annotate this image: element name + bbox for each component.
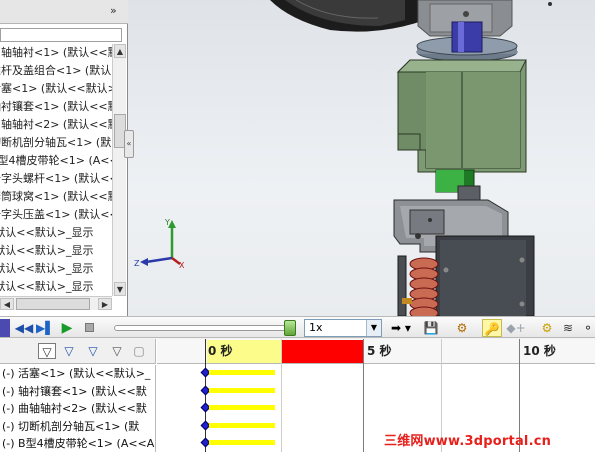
motion-tree-row[interactable]: (-) 活塞<1> (默认<<默认>_ bbox=[0, 365, 155, 383]
triad-x-label: X bbox=[179, 261, 185, 270]
change-bar bbox=[209, 405, 275, 410]
gridline-2-5s bbox=[281, 339, 282, 452]
feature-tree-item[interactable]: B型4槽皮带轮<1> (A<<A bbox=[0, 152, 112, 170]
feature-tree-item-label: (默认<<默认>_显示 bbox=[0, 262, 94, 275]
filter-driving-icon[interactable]: ▽ bbox=[84, 343, 102, 359]
triad-z-label: Z bbox=[134, 259, 140, 268]
feature-tree: 曲轴轴衬<1> (默认<<默认推杆及盖组合<1> (默认活塞<1> (默认<<默… bbox=[0, 44, 112, 296]
playback-mode-icon[interactable]: ➡ ▾ bbox=[388, 319, 414, 337]
motion-toolbar: ◀◀ ▶▌ ▶ 1x ▼ ➡ ▾ 💾 ⚙ 🔑 ◆+ ⚙ ≋ ⚬ bbox=[0, 316, 595, 338]
motion-tree-row[interactable]: (-) 轴衬镶套<1> (默认<<默 bbox=[0, 383, 155, 401]
tick-label-10: 10 秒 bbox=[523, 344, 556, 358]
rewind-icon[interactable]: ◀◀ bbox=[14, 319, 34, 337]
feature-tree-item[interactable]: 曲轴轴衬<1> (默认<<默认 bbox=[0, 44, 112, 62]
feature-tree-item[interactable]: 套筒球窝<1> (默认<<默认 bbox=[0, 188, 112, 206]
feature-tree-item[interactable]: (默认<<默认>_显示 bbox=[0, 260, 112, 278]
feature-tree-item[interactable]: 活塞<1> (默认<<默认>_ bbox=[0, 80, 112, 98]
feature-tree-item-label: 活塞<1> (默认<<默认>_ bbox=[0, 82, 112, 95]
motion-filter-bar: ▽ ▽ ▽ ▽ ▢ bbox=[0, 339, 156, 364]
timeline-ruler: 0 秒 5 秒 10 秒 bbox=[157, 339, 595, 364]
play-icon[interactable]: ▶ bbox=[58, 319, 76, 337]
spring-part bbox=[409, 257, 439, 316]
feature-tree-item[interactable]: 十字头压盖<1> (默认<<默 bbox=[0, 206, 112, 224]
scroll-right-icon[interactable]: ▶ bbox=[98, 298, 112, 310]
filter-selected-icon[interactable]: ▽ bbox=[108, 343, 126, 359]
playback-speed-select[interactable]: 1x ▼ bbox=[304, 319, 382, 337]
motion-tree-row[interactable]: (-) B型4槽皮带轮<1> (A<<A bbox=[0, 435, 155, 452]
feature-tree-item-label: (默认<<默认>_显示 bbox=[0, 280, 94, 293]
contact-icon[interactable]: ⚬ bbox=[580, 319, 595, 337]
playback-slider-thumb[interactable] bbox=[284, 320, 296, 336]
feature-tree-item[interactable]: 十字头螺杆<1> (默认<<默 bbox=[0, 170, 112, 188]
play-from-start-icon[interactable]: ▶▌ bbox=[36, 319, 54, 337]
scroll-up-icon[interactable]: ▲ bbox=[114, 44, 126, 58]
tree-horizontal-scrollbar[interactable]: ◀ ▶ bbox=[0, 296, 112, 310]
feature-tree-item-label: 套筒球窝<1> (默认<<默认 bbox=[0, 190, 112, 203]
motion-tree-row[interactable]: (-) 切断机剖分轴瓦<1> (默 bbox=[0, 418, 155, 436]
feature-manager-panel: » 曲轴轴衬<1> (默认<<默认推杆及盖组合<1> (默认活塞<1> (默认<… bbox=[0, 0, 128, 316]
spring-icon[interactable]: ≋ bbox=[560, 319, 576, 337]
stop-icon-partial[interactable] bbox=[0, 319, 10, 337]
feature-tree-item-label: 曲轴轴衬<2> (默认<<默认 bbox=[0, 118, 112, 131]
add-key-icon[interactable]: ◆+ bbox=[506, 319, 526, 337]
tree-filter-input[interactable] bbox=[0, 28, 122, 42]
motion-tree-row[interactable]: (-) 曲轴轴衬<2> (默认<<默 bbox=[0, 400, 155, 418]
motor-icon[interactable]: ⚙ bbox=[538, 319, 556, 337]
feature-tree-item-label: 轴衬镶套<1> (默认<<默认 bbox=[0, 100, 112, 113]
panel-header: » bbox=[0, 0, 128, 24]
feature-tree-item[interactable]: (默认<<默认>_显示 bbox=[0, 242, 112, 260]
feature-tree-item[interactable]: (默认<<默认>_显示 bbox=[0, 224, 112, 242]
feature-tree-item-label: 切断机剖分轴瓦<1> (默 bbox=[0, 136, 112, 149]
stop-icon[interactable] bbox=[80, 319, 98, 337]
change-bar bbox=[209, 440, 275, 445]
chevron-down-icon[interactable]: ▼ bbox=[366, 320, 381, 336]
feature-tree-item-label: (默认<<默认>_显示 bbox=[0, 244, 94, 257]
feature-tree-item[interactable]: 轴衬镶套<1> (默认<<默认 bbox=[0, 98, 112, 116]
watermark: 三维网www.3dportal.cn bbox=[384, 434, 552, 449]
feature-tree-item-label: 十字头压盖<1> (默认<<默 bbox=[0, 208, 112, 221]
feature-tree-item-label: 十字头螺杆<1> (默认<<默 bbox=[0, 172, 112, 185]
shaft-part bbox=[451, 21, 483, 53]
hscroll-thumb[interactable] bbox=[16, 298, 90, 310]
feature-tree-item-label: 曲轴轴衬<1> (默认<<默认 bbox=[0, 46, 112, 59]
change-bar bbox=[209, 423, 275, 428]
feature-tree-item-label: (默认<<默认>_显示 bbox=[0, 226, 94, 239]
change-bar bbox=[209, 370, 275, 375]
double-chevron-icon[interactable]: » bbox=[110, 4, 117, 17]
panel-splitter-handle[interactable]: « bbox=[124, 130, 134, 158]
tree-vertical-scrollbar[interactable]: ▲ ▼ bbox=[112, 44, 126, 296]
feature-tree-item[interactable]: 曲轴轴衬<2> (默认<<默认 bbox=[0, 116, 112, 134]
filter-icon[interactable]: ▽ bbox=[38, 343, 56, 359]
motion-manager-tree: (-) 活塞<1> (默认<<默认>_ (-) 轴衬镶套<1> (默认<<默 (-)… bbox=[0, 365, 156, 452]
change-bar bbox=[209, 388, 275, 393]
feature-tree-item[interactable]: (默认<<默认>_显示 bbox=[0, 278, 112, 296]
tick-label-0: 0 秒 bbox=[208, 344, 233, 358]
feature-tree-item[interactable]: 切断机剖分轴瓦<1> (默 bbox=[0, 134, 112, 152]
tick-label-5: 5 秒 bbox=[367, 344, 392, 358]
autokey-icon[interactable]: 🔑 bbox=[482, 319, 502, 337]
gridline-5s bbox=[363, 339, 364, 452]
feature-tree-item[interactable]: 推杆及盖组合<1> (默认 bbox=[0, 62, 112, 80]
coordinate-triad: Y Z X bbox=[134, 218, 185, 270]
scroll-down-icon[interactable]: ▼ bbox=[114, 282, 126, 296]
filter-animated-icon[interactable]: ▽ bbox=[60, 343, 78, 359]
save-animation-icon[interactable]: 💾 bbox=[422, 319, 440, 337]
feature-tree-item-label: B型4槽皮带轮<1> (A<<A bbox=[0, 154, 112, 167]
filter-results-icon[interactable]: ▢ bbox=[130, 343, 148, 359]
playback-slider[interactable] bbox=[114, 325, 294, 331]
timebar-error-range bbox=[281, 340, 363, 363]
scroll-left-icon[interactable]: ◀ bbox=[0, 298, 14, 310]
solidworks-window: Y Z X » 曲轴轴衬<1> (默认<<默认推杆及盖组合<1> (默认活塞<1… bbox=[0, 0, 595, 452]
feature-tree-item-label: 推杆及盖组合<1> (默认 bbox=[0, 64, 112, 77]
playback-speed-value: 1x bbox=[309, 321, 323, 334]
triad-y-label: Y bbox=[164, 218, 170, 227]
animation-wizard-icon[interactable]: ⚙ bbox=[452, 319, 472, 337]
